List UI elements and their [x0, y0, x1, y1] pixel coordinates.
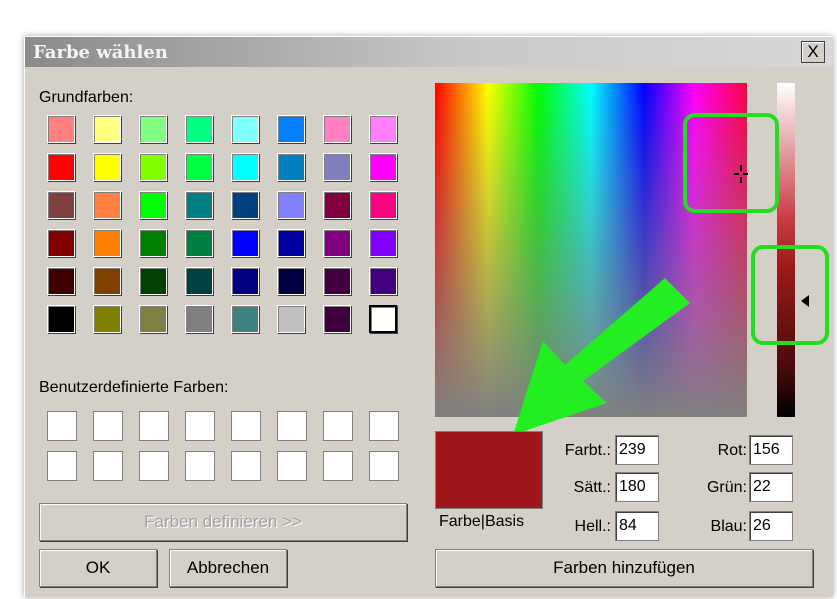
title-bar: Farbe wählen X [25, 37, 833, 67]
custom-color-slot[interactable] [47, 451, 77, 481]
custom-color-slot[interactable] [231, 451, 261, 481]
basic-color-swatch[interactable] [323, 153, 351, 181]
basic-color-swatch[interactable] [277, 267, 305, 295]
basic-color-swatch[interactable] [139, 305, 167, 333]
basic-color-swatch[interactable] [323, 229, 351, 257]
basic-color-swatch[interactable] [185, 191, 213, 219]
basic-color-swatch[interactable] [231, 305, 259, 333]
basic-color-swatch[interactable] [277, 191, 305, 219]
custom-color-slot[interactable] [323, 411, 353, 441]
basic-color-swatch[interactable] [47, 191, 75, 219]
basic-color-swatch[interactable] [369, 115, 397, 143]
basic-color-swatch[interactable] [93, 305, 121, 333]
basic-color-swatch[interactable] [47, 115, 75, 143]
annotation-highlight-crosshair [683, 113, 779, 213]
red-label: Rot: [717, 442, 747, 459]
blue-label: Blau: [710, 518, 747, 535]
basic-color-swatch[interactable] [231, 153, 259, 181]
basic-color-swatch[interactable] [369, 153, 397, 181]
hue-input[interactable]: 239 [615, 435, 659, 465]
basic-color-swatch[interactable] [47, 267, 75, 295]
custom-color-slot[interactable] [47, 411, 77, 441]
basic-color-swatch[interactable] [185, 115, 213, 143]
basic-color-swatch[interactable] [323, 305, 351, 333]
basic-color-swatch[interactable] [185, 267, 213, 295]
luminance-label: Hell.: [574, 518, 611, 535]
basic-color-swatch[interactable] [185, 153, 213, 181]
color-preview [435, 431, 543, 509]
cancel-button[interactable]: Abbrechen [169, 549, 287, 587]
custom-color-slot[interactable] [231, 411, 261, 441]
custom-color-slot[interactable] [277, 411, 307, 441]
custom-colors-label: Benutzerdefinierte Farben: [39, 379, 229, 396]
hue-label: Farbt.: [564, 442, 611, 459]
custom-color-slot[interactable] [369, 451, 399, 481]
custom-color-slot[interactable] [369, 411, 399, 441]
basic-color-swatch[interactable] [93, 115, 121, 143]
basic-color-swatch[interactable] [369, 191, 397, 219]
basic-color-swatch[interactable] [139, 153, 167, 181]
blue-input[interactable]: 26 [749, 511, 793, 541]
define-colors-button[interactable]: Farben definieren >> [39, 503, 407, 541]
basic-color-swatch[interactable] [93, 267, 121, 295]
add-color-button[interactable]: Farben hinzufügen [435, 549, 813, 587]
close-button[interactable]: X [801, 41, 825, 63]
custom-color-slot[interactable] [185, 451, 215, 481]
basic-color-swatch[interactable] [139, 115, 167, 143]
basic-color-swatch[interactable] [93, 153, 121, 181]
basic-color-swatch[interactable] [185, 229, 213, 257]
basic-color-swatch[interactable] [277, 229, 305, 257]
basic-color-swatch[interactable] [323, 115, 351, 143]
basic-color-swatch[interactable] [139, 191, 167, 219]
saturation-input[interactable]: 180 [615, 472, 659, 502]
dialog-title: Farbe wählen [33, 42, 168, 63]
basic-color-swatch[interactable] [47, 229, 75, 257]
red-input[interactable]: 156 [749, 435, 793, 465]
basic-color-swatch[interactable] [93, 229, 121, 257]
basic-color-swatch[interactable] [139, 267, 167, 295]
custom-color-slot[interactable] [323, 451, 353, 481]
custom-color-slot[interactable] [139, 451, 169, 481]
basic-color-swatch[interactable] [369, 229, 397, 257]
preview-label: Farbe|Basis [439, 513, 525, 530]
luminance-input[interactable]: 84 [615, 511, 659, 541]
basic-color-swatch[interactable] [47, 305, 75, 333]
basic-color-swatch[interactable] [139, 229, 167, 257]
basic-color-swatch[interactable] [369, 305, 397, 333]
custom-color-slot[interactable] [93, 451, 123, 481]
basic-color-swatch[interactable] [277, 153, 305, 181]
basic-color-swatch[interactable] [323, 267, 351, 295]
basic-color-swatch[interactable] [323, 191, 351, 219]
saturation-label: Sätt.: [573, 479, 611, 496]
basic-color-swatch[interactable] [93, 191, 121, 219]
custom-color-slot[interactable] [139, 411, 169, 441]
basic-color-swatch[interactable] [47, 153, 75, 181]
basic-color-swatch[interactable] [231, 229, 259, 257]
custom-color-slot[interactable] [185, 411, 215, 441]
basic-color-swatch[interactable] [231, 115, 259, 143]
annotation-highlight-luminance [751, 245, 829, 345]
basic-color-swatch[interactable] [277, 305, 305, 333]
basic-colors-label: Grundfarben: [39, 89, 134, 106]
basic-color-swatch[interactable] [185, 305, 213, 333]
green-input[interactable]: 22 [749, 472, 793, 502]
annotation-arrow-icon [513, 278, 690, 435]
basic-color-swatch[interactable] [231, 267, 259, 295]
basic-color-swatch[interactable] [369, 267, 397, 295]
custom-color-slot[interactable] [93, 411, 123, 441]
basic-color-swatch[interactable] [231, 191, 259, 219]
color-picker-dialog: Farbe wählen X Grundfarben: Benutzerdefi… [24, 36, 833, 597]
ok-button[interactable]: OK [39, 549, 157, 587]
custom-color-slot[interactable] [277, 451, 307, 481]
basic-color-swatch[interactable] [277, 115, 305, 143]
green-label: Grün: [706, 479, 747, 496]
